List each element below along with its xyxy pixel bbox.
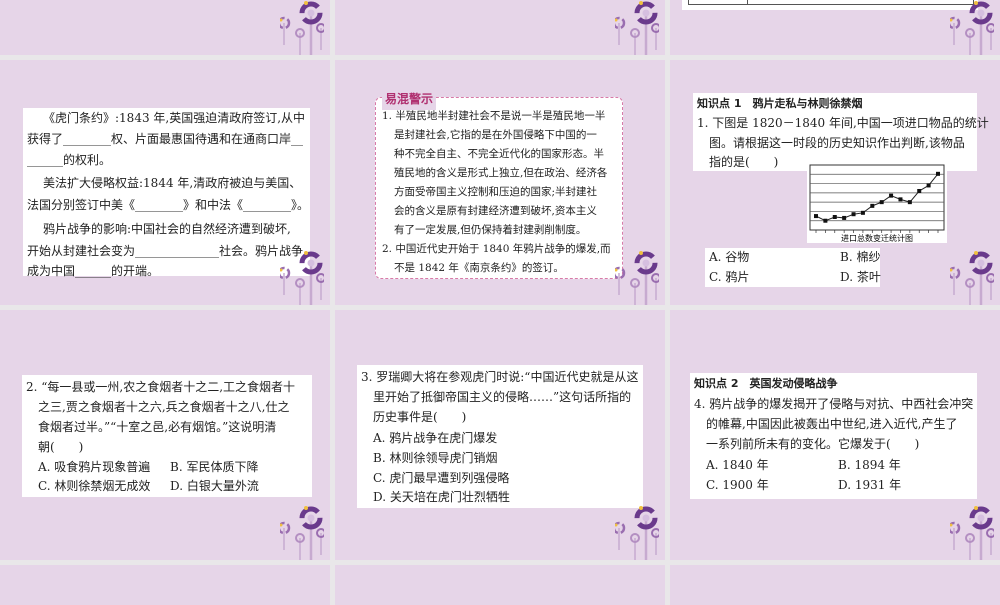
data-point <box>926 183 931 188</box>
text-line: 会的含义是原有封建经济遭到破坏,资本主义 <box>394 205 597 217</box>
slide-bottom-left <box>0 565 330 605</box>
flower-decoration-icon <box>615 1 659 55</box>
data-point <box>917 189 922 193</box>
data-point <box>842 215 847 220</box>
option-b[interactable]: B. 棉纱 <box>840 248 880 267</box>
flower-decoration-icon <box>950 251 994 305</box>
data-point <box>889 193 894 198</box>
data-point <box>907 200 912 205</box>
option-d[interactable]: D. 茶叶 <box>840 268 881 287</box>
text-line: 之三,贾之食烟者十之六,兵之食烟者十之八,仕之 <box>38 400 290 414</box>
option-d[interactable]: D. 1931 年 <box>838 475 901 496</box>
text-line: 1. 下图是 1820－1840 年间,中国一项进口物品的统计 <box>697 116 989 130</box>
option-a[interactable]: A. 1840 年 <box>706 455 769 476</box>
text-line: 1. 半殖民地半封建社会不是说一半是殖民地一半 <box>382 110 606 122</box>
slide-top-right <box>670 0 1000 55</box>
slide-question-4: 知识点 2 英国发动侵略战争 4. 鸦片战争的爆发揭开了侵略与对抗、中西社会冲突… <box>670 310 1000 560</box>
slide-top-left <box>0 0 330 55</box>
knowledge-heading: 知识点 1 鸦片走私与林则徐禁烟 <box>697 97 863 110</box>
text-line: 3. 罗瑞卿大将在参观虎门时说:“中国近代史就是从这 <box>361 370 639 384</box>
text-line: 方面受帝国主义控制和压迫的国家;半封建社 <box>394 186 598 198</box>
import-line-chart: 进口总数变迁统计图 <box>807 163 947 243</box>
slide-treaty-summary: 《虎门条约》:1843 年,英国强迫清政府签订,从中 获得了________权、… <box>0 60 330 305</box>
flower-decoration-icon <box>615 506 659 560</box>
option-a[interactable]: A. 吸食鸦片现象普遍 <box>38 457 150 478</box>
data-point <box>814 214 818 219</box>
text-line: 2. “每一县或一州,农之食烟者十之二,工之食烟者十 <box>26 380 296 394</box>
slide-bottom-middle <box>335 565 665 605</box>
flower-decoration-icon <box>950 1 994 55</box>
plot-frame <box>809 164 945 231</box>
data-point <box>879 200 884 205</box>
flower-decoration-icon <box>280 251 324 305</box>
slide-top-middle <box>335 0 665 55</box>
text-line: 获得了________权、片面最惠国待遇和在通商口岸__ <box>27 132 304 146</box>
slide-question-2: 2. “每一县或一州,农之食烟者十之二,工之食烟者十 之三,贾之食烟者十之六,兵… <box>0 310 330 560</box>
text-line: 开始从封建社会变为______________社会。鸦片战争 <box>27 244 304 258</box>
text-line: 不是 1842 年《南京条约》的签订。 <box>394 262 564 274</box>
text-line: 种不完全自主、不完全近代化的国家形态。半 <box>394 148 604 160</box>
flower-decoration-icon <box>280 506 324 560</box>
chart-title: 进口总数变迁统计图 <box>841 233 913 243</box>
question-box: 2. “每一县或一州,农之食烟者十之二,工之食烟者十 之三,贾之食烟者十之六,兵… <box>22 375 312 497</box>
slide-bottom-right <box>670 565 1000 605</box>
slide-question-1: 知识点 1 鸦片走私与林则徐禁烟 1. 下图是 1820－1840 年间,中国一… <box>670 60 1000 305</box>
option-a[interactable]: A. 鸦片战争在虎门爆发 <box>373 428 497 449</box>
flower-decoration-icon <box>615 251 659 305</box>
option-d[interactable]: D. 白银大量外流 <box>170 476 259 497</box>
series-line <box>815 173 939 222</box>
data-point <box>936 171 940 176</box>
text-line: ______的权利。 <box>27 153 112 167</box>
option-c[interactable]: C. 1900 年 <box>706 475 769 496</box>
table-fragment <box>682 0 978 10</box>
question-box: 知识点 2 英国发动侵略战争 4. 鸦片战争的爆发揭开了侵略与对抗、中西社会冲突… <box>690 373 977 499</box>
knowledge-heading: 知识点 2 英国发动侵略战争 <box>694 377 838 390</box>
text-line: 是封建社会,它指的是在外国侵略下中国的一 <box>394 129 597 141</box>
text-line: 4. 鸦片战争的爆发揭开了侵略与对抗、中西社会冲突 <box>694 397 974 411</box>
text-line: 2. 中国近代史开始于 1840 年鸦片战争的爆发,而 <box>382 243 611 255</box>
option-a[interactable]: A. 谷物 <box>709 248 749 267</box>
text-line: 美法扩大侵略权益:1844 年,清政府被迫与美国、 <box>43 176 302 190</box>
text-line: 一系列前所未有的变化。它爆发于( ) <box>706 437 920 451</box>
flower-decoration-icon <box>280 1 324 55</box>
data-point <box>870 203 875 208</box>
data-point <box>860 210 865 215</box>
data-point <box>851 212 856 217</box>
text-line: 里开始了抵御帝国主义的侵略……”这句话所指的 <box>373 390 632 404</box>
text-line: 法国分别签订中美《________》和中法《________》。 <box>27 198 310 212</box>
data-point <box>832 215 837 219</box>
slide-question-3: 3. 罗瑞卿大将在参观虎门时说:“中国近代史就是从这 里开始了抵御帝国主义的侵略… <box>335 310 665 560</box>
question-box: 知识点 1 鸦片走私与林则徐禁烟 1. 下图是 1820－1840 年间,中国一… <box>693 93 989 171</box>
text-line: 食烟者过半。”“十室之邑,必有烟馆。”这说明清 <box>38 420 277 434</box>
text-line: 朝( ) <box>38 440 84 454</box>
summary-text-box: 《虎门条约》:1843 年,英国强迫清政府签订,从中 获得了________权、… <box>23 108 310 278</box>
options-box: A. 谷物 B. 棉纱 C. 鸦片 D. 茶叶 <box>705 248 881 287</box>
option-d[interactable]: D. 关天培在虎门壮烈牺牲 <box>373 487 510 508</box>
text-line: 有了一定发展,但仍保持着封建剥削制度。 <box>394 224 587 236</box>
text-line: 图。请根据这一时段的历史知识作出判断,该物品 <box>709 136 965 150</box>
slide-confusion-warning: 易混警示 1. 半殖民地半封建社会不是说一半是殖民地一半 是封建社会,它指的是在… <box>335 60 665 305</box>
text-line: 《虎门条约》:1843 年,英国强迫清政府签订,从中 <box>43 111 306 125</box>
option-c[interactable]: C. 虎门最早遭到列强侵略 <box>373 468 509 489</box>
option-b[interactable]: B. 林则徐领导虎门销烟 <box>373 448 497 469</box>
option-c[interactable]: C. 鸦片 <box>709 268 749 287</box>
text-line: 鸦片战争的影响:中国社会的自然经济遭到破坏, <box>43 222 291 236</box>
data-point <box>823 218 828 223</box>
text-line: 指的是( ) <box>709 155 779 169</box>
text-line: 的帷幕,中国因此被轰出中世纪,进入近代,产生了 <box>706 417 958 431</box>
option-b[interactable]: B. 1894 年 <box>838 455 901 476</box>
data-point <box>898 197 903 202</box>
flower-decoration-icon <box>950 506 994 560</box>
question-box: 3. 罗瑞卿大将在参观虎门时说:“中国近代史就是从这 里开始了抵御帝国主义的侵略… <box>357 365 643 508</box>
warning-box: 易混警示 1. 半殖民地半封建社会不是说一半是殖民地一半 是封建社会,它指的是在… <box>375 89 623 279</box>
text-line: 成为中国______的开端。 <box>27 264 160 278</box>
option-c[interactable]: C. 林则徐禁烟无成效 <box>38 476 150 497</box>
text-line: 殖民地的含义是形式上独立,但在政治、经济各 <box>394 167 608 179</box>
text-line: 历史事件是( ) <box>373 410 467 424</box>
option-b[interactable]: B. 军民体质下降 <box>170 457 258 478</box>
